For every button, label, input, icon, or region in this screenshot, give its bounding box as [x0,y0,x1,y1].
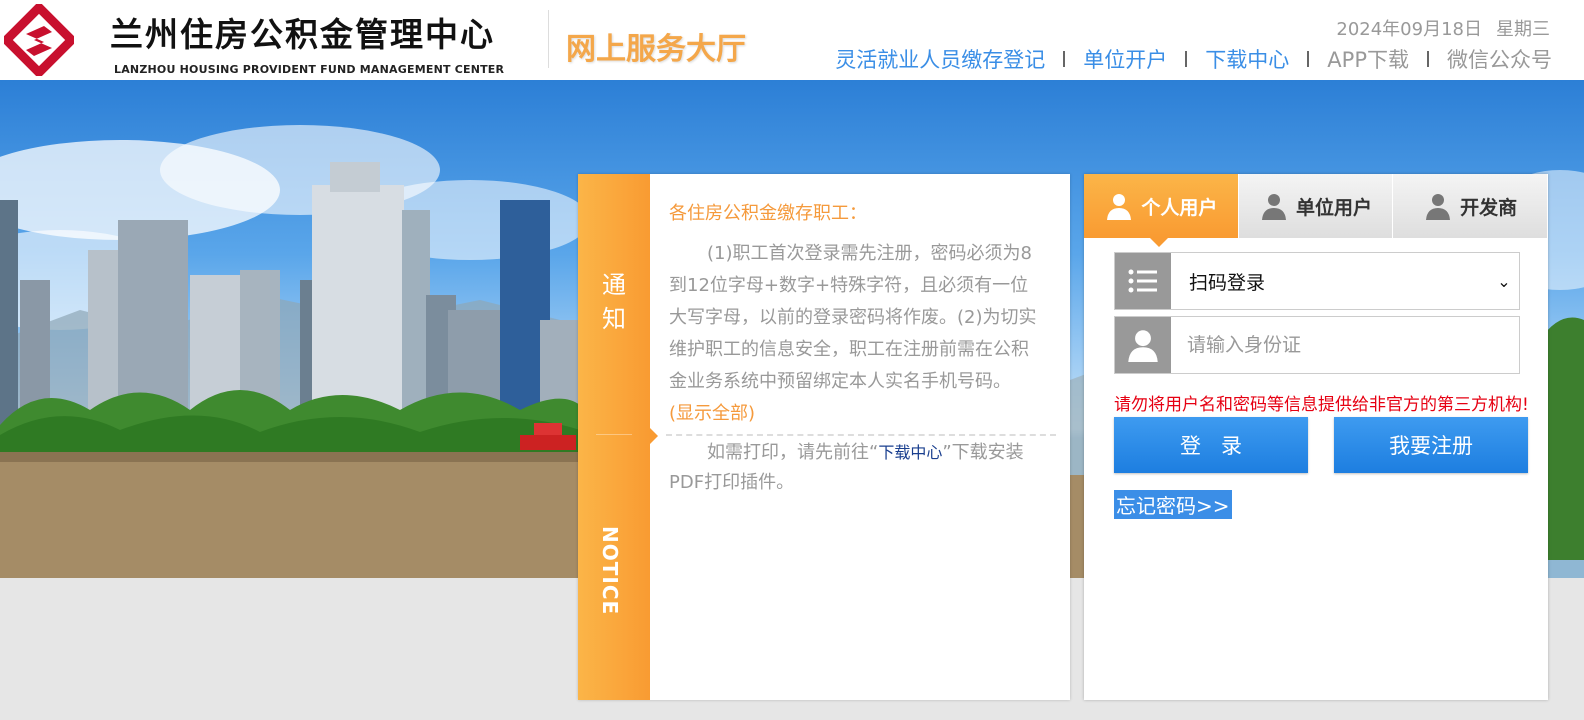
nav-wechat-official-account[interactable]: 微信公众号 [1447,44,1552,74]
housing-fund-logo-icon[interactable] [4,4,74,76]
download-center-link[interactable]: 下载中心 [878,443,942,462]
list-icon [1115,253,1171,309]
nav-unit-open-account[interactable]: 单位开户 [1083,44,1167,74]
show-all-link[interactable]: (显示全部) [669,403,755,424]
header-divider [548,10,549,68]
notice-headline: 各住房公积金缴存职工： [669,203,867,224]
notice-dashed-divider [666,434,1056,436]
user-silhouette-icon [1115,317,1171,373]
user-icon [1262,194,1286,220]
notice-label-char-2: 知 [602,305,626,333]
register-button[interactable]: 我要注册 [1334,417,1528,473]
notice-sidebar-divider [596,434,632,435]
user-type-tabs: 个人用户 单位用户 开发商 [1084,174,1548,247]
date-text: 2024年09月18日 [1336,19,1482,40]
tab-label: 个人用户 [1141,196,1218,219]
login-method-select[interactable]: 扫码登录 ⌄ [1114,252,1520,310]
nav-separator [1063,51,1066,67]
login-button[interactable]: 登录 [1114,417,1308,473]
notice-content: 各住房公积金缴存职工： (1)职工首次登录需先注册，密码必须为8到12位字母+数… [669,198,1037,430]
notice-sidebar: 通 知 NOTICE [578,174,650,700]
weekday-text: 星期三 [1496,19,1550,40]
site-title: 兰州住房公积金管理中心 [110,15,495,54]
user-icon [1426,194,1451,220]
nav-separator [1185,51,1188,67]
tab-label: 开发商 [1460,196,1518,219]
tab-developer[interactable]: 开发商 [1393,174,1548,238]
site-title-english: LANZHOU HOUSING PROVIDENT FUND MANAGEMEN… [114,63,505,76]
chevron-down-icon[interactable]: ⌄ [1489,272,1519,291]
login-panel: 个人用户 单位用户 开发商 扫码登录 ⌄ 请勿将用户名和密码等信息提供给非官方的… [1084,174,1548,700]
notice-paragraph-2: 如需打印，请先前往“下载中心”下载安装PDF打印插件。 [669,438,1037,498]
forgot-password-link[interactable]: 忘记密码>> [1114,490,1232,519]
security-warning: 请勿将用户名和密码等信息提供给非官方的第三方机构! [1114,395,1529,415]
tab-label: 单位用户 [1296,196,1373,219]
tab-unit-user[interactable]: 单位用户 [1238,174,1393,238]
nav-download-center[interactable]: 下载中心 [1205,44,1289,74]
nav-app-download[interactable]: APP下载 [1327,44,1409,74]
notice-pointer-icon [650,428,658,444]
notice-label-en: NOTICE [598,526,622,616]
user-icon [1107,194,1132,220]
top-nav: 灵活就业人员缴存登记 单位开户 下载中心 APP下载 微信公众号 [835,44,1552,74]
online-service-hall-title: 网上服务大厅 [566,32,746,67]
nav-flexible-employment-registration[interactable]: 灵活就业人员缴存登记 [835,44,1045,74]
notice-paragraph-1: (1)职工首次登录需先注册，密码必须为8到12位字母+数字+特殊字符，且必须有一… [669,238,1037,430]
nav-separator [1307,51,1310,67]
site-header: 兰州住房公积金管理中心 LANZHOU HOUSING PROVIDENT FU… [0,0,1584,80]
notice-paragraph-1-text: (1)职工首次登录需先注册，密码必须为8到12位字母+数字+特殊字符，且必须有一… [669,243,1037,392]
notice-paragraph-2-before: 如需打印，请先前往“ [707,442,879,463]
id-card-input[interactable] [1171,333,1519,357]
notice-label-char-1: 通 [602,271,626,299]
id-card-field[interactable] [1114,316,1520,374]
tab-personal-user[interactable]: 个人用户 [1084,174,1238,247]
nav-separator [1427,51,1429,67]
date-display: 2024年09月18日 星期三 [1336,15,1550,41]
notice-label-cn: 通 知 [600,268,628,336]
login-method-value: 扫码登录 [1189,271,1266,294]
notice-print-hint: 如需打印，请先前往“下载中心”下载安装PDF打印插件。 [669,438,1037,498]
notice-panel: 通 知 NOTICE 各住房公积金缴存职工： (1)职工首次登录需先注册，密码必… [578,174,1070,700]
